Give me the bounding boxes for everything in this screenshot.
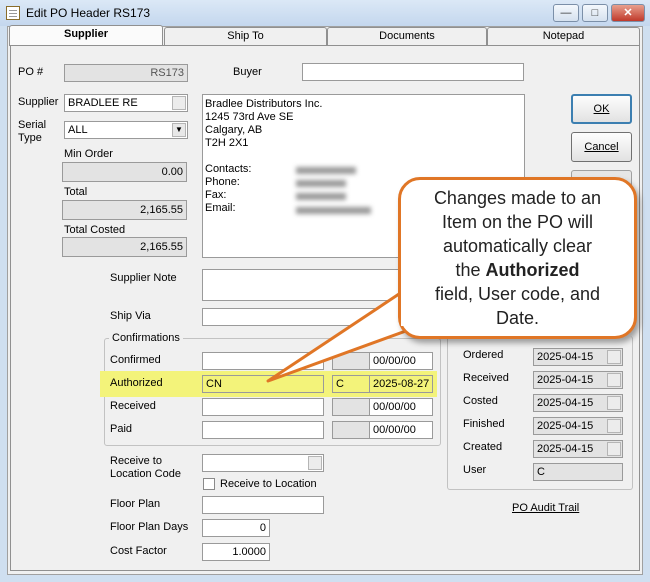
callout-text: Changes made to an Item on the PO will a… (401, 186, 634, 330)
callout-line: Changes made to an (433, 188, 602, 208)
callout-line: Date. (495, 308, 540, 328)
callout-line: automatically clear (442, 236, 593, 256)
callout-line: the Authorized (401, 258, 634, 282)
callout-line: Item on the PO will (441, 212, 594, 232)
callout-line-pre: the (455, 260, 486, 280)
callout-line: field, User code, and (434, 284, 601, 304)
callout-bold-word: Authorized (485, 260, 580, 280)
window: Edit PO Header RS173 — □ ✕ Supplier Ship… (0, 0, 650, 582)
